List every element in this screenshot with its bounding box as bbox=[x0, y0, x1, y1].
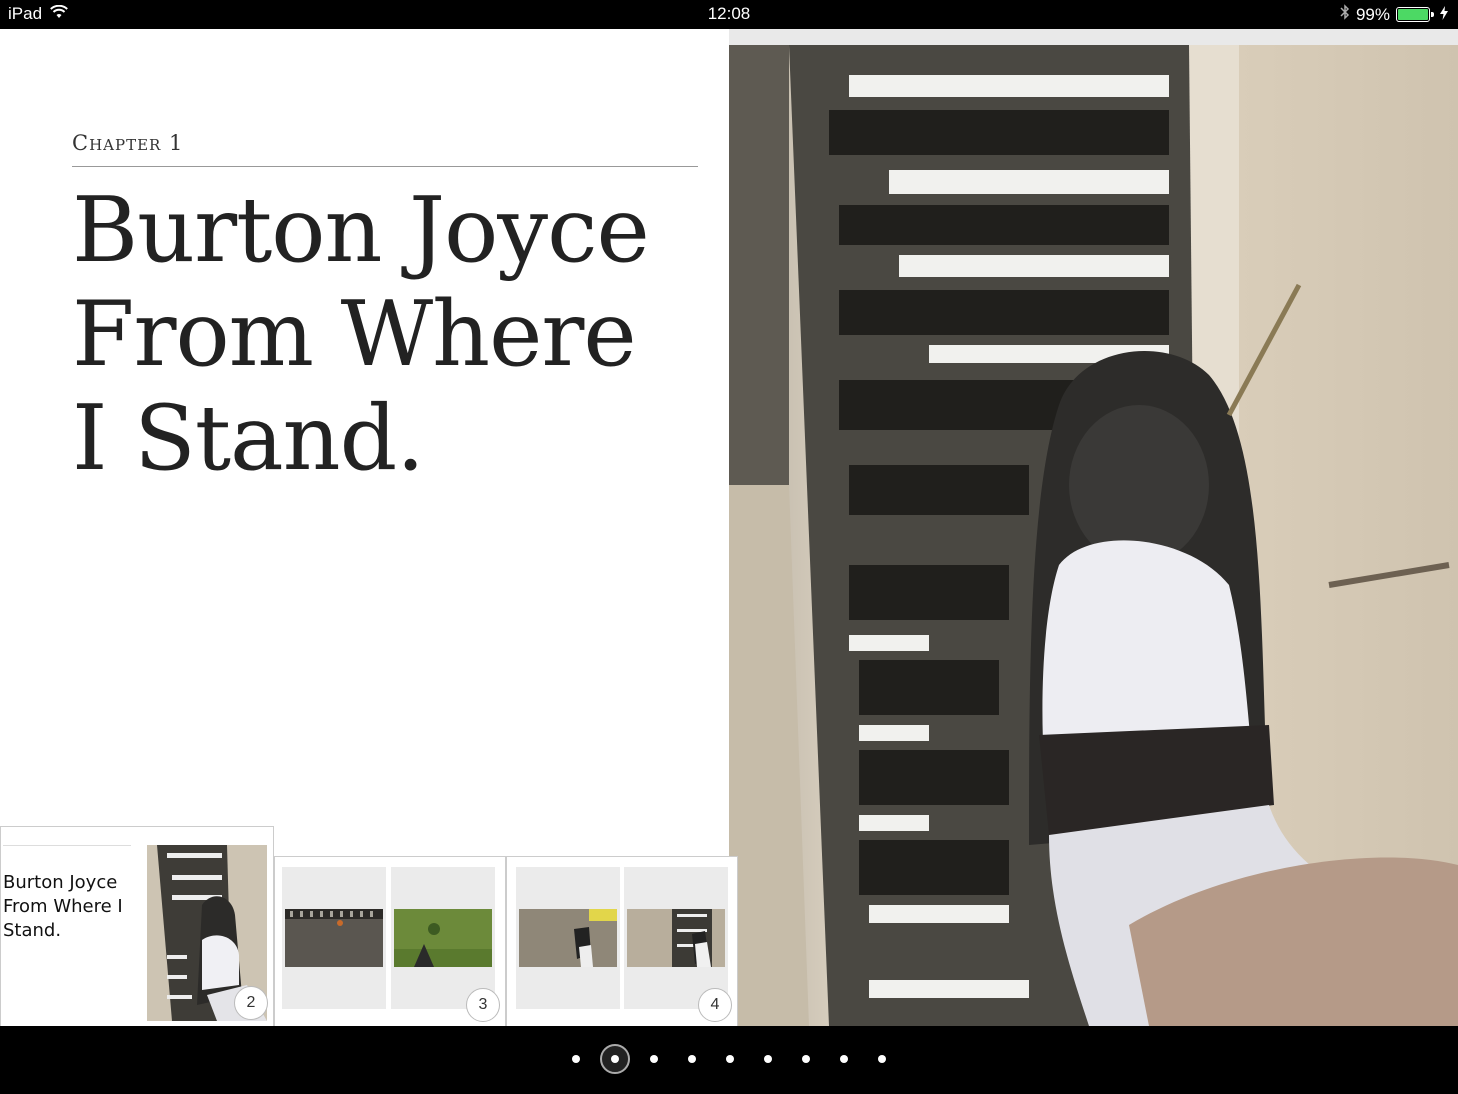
page-indicator-bar bbox=[0, 1026, 1458, 1094]
page-navigator[interactable]: Burton Joyce From Where I Stand. 2 3 4 bbox=[0, 826, 738, 1026]
clock: 12:08 bbox=[707, 4, 751, 23]
page-dot[interactable] bbox=[688, 1055, 696, 1063]
cover-thumbnail-text: Burton Joyce From Where I Stand. bbox=[3, 872, 123, 941]
chapter-title-line: Burton Joyce bbox=[72, 178, 650, 283]
page-dots[interactable] bbox=[0, 1044, 1458, 1074]
status-bar: iPad 12:08 99% bbox=[0, 0, 1458, 29]
page-dot[interactable] bbox=[878, 1055, 886, 1063]
page-dot[interactable] bbox=[726, 1055, 734, 1063]
page-number-badge: 2 bbox=[234, 986, 268, 1020]
page-number-badge: 4 bbox=[698, 988, 732, 1022]
chapter-title-line: I Stand. bbox=[72, 386, 425, 491]
foot-on-drain-photo bbox=[729, 45, 1458, 1026]
chapter-divider bbox=[72, 166, 698, 167]
thumbnail-page[interactable] bbox=[516, 867, 620, 1009]
page-dot[interactable] bbox=[840, 1055, 848, 1063]
battery-level bbox=[1398, 9, 1428, 20]
charging-icon bbox=[1440, 5, 1448, 25]
thumbnail-image bbox=[627, 909, 725, 967]
photo-top-strip bbox=[729, 29, 1458, 45]
chapter-title: Burton Joyce From Where I Stand. bbox=[72, 179, 712, 491]
chapter-label: Chapter 1 bbox=[72, 131, 184, 155]
page-dot[interactable] bbox=[650, 1055, 658, 1063]
cover-divider bbox=[3, 845, 131, 846]
thumbnail-image bbox=[519, 909, 617, 967]
book-spread[interactable]: Chapter 1 Burton Joyce From Where I Stan… bbox=[0, 29, 1458, 1026]
thumbnail-page[interactable] bbox=[282, 867, 386, 1009]
thumbnail-group-3[interactable]: 3 bbox=[274, 856, 506, 1026]
page-dot-active[interactable] bbox=[600, 1044, 630, 1074]
bluetooth-icon bbox=[1340, 4, 1350, 25]
thumbnail-group-4[interactable]: 4 bbox=[506, 856, 738, 1026]
page-dot[interactable] bbox=[802, 1055, 810, 1063]
thumbnail-image bbox=[394, 909, 492, 967]
battery-icon bbox=[1396, 7, 1434, 22]
chapter-title-line: From Where bbox=[72, 282, 637, 387]
thumbnail-image bbox=[285, 909, 383, 967]
battery-percent: 99% bbox=[1355, 4, 1390, 24]
page-number-badge: 3 bbox=[466, 988, 500, 1022]
page-dot[interactable] bbox=[764, 1055, 772, 1063]
chapter-photo[interactable] bbox=[729, 45, 1458, 1026]
thumbnail-chapter-cover[interactable]: Burton Joyce From Where I Stand. 2 bbox=[0, 826, 274, 1026]
page-dot[interactable] bbox=[572, 1055, 580, 1063]
